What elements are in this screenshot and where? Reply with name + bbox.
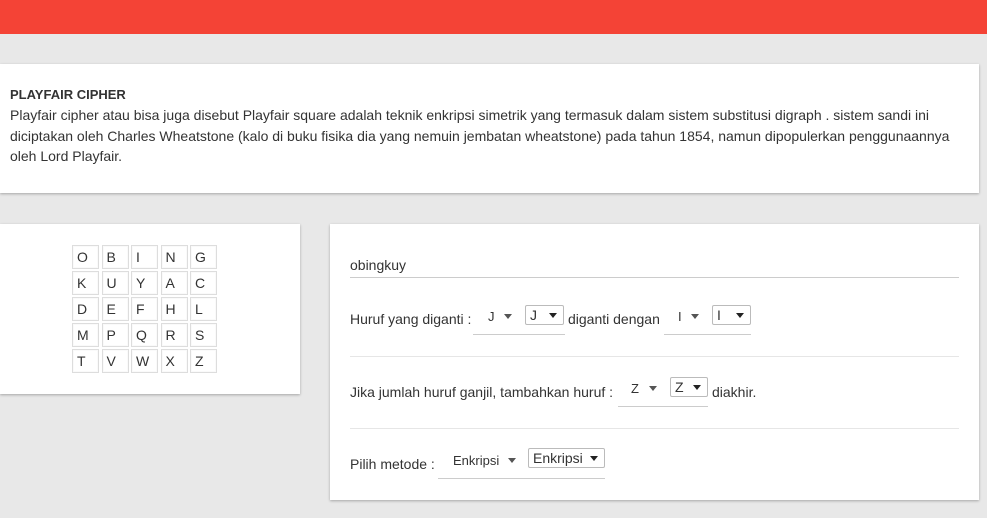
grid-cell: Y (131, 271, 158, 295)
settings-card: Huruf yang diganti : J J diganti dengan … (330, 224, 979, 500)
replacement-letter-native-value: I (717, 307, 721, 323)
cipher-title: PLAYFAIR CIPHER (10, 87, 126, 102)
grid-cell: Z (190, 349, 217, 373)
playfair-key-square: OBING KUYAC DEFHL MPQRS TVWXZ (71, 244, 219, 374)
key-input[interactable] (350, 253, 959, 278)
grid-cell: S (190, 323, 217, 347)
replace-letter-native-value: J (530, 307, 537, 323)
replace-label: Huruf yang diganti : (350, 311, 472, 327)
method-native-value: Enkripsi (533, 450, 583, 466)
chevron-down-icon (736, 313, 744, 318)
grid-cell: H (160, 297, 188, 321)
grid-cell: A (160, 271, 188, 295)
grid-cell: E (101, 297, 129, 321)
padding-letter-value: Z (631, 381, 639, 396)
padding-letter-native-select[interactable]: Z (670, 377, 708, 397)
chevron-down-icon (590, 456, 598, 461)
grid-cell: C (190, 271, 217, 295)
info-card: PLAYFAIR CIPHER Playfair cipher atau bis… (0, 64, 979, 193)
cipher-description: Playfair cipher atau bisa juga disebut P… (10, 107, 950, 164)
grid-cell: W (131, 349, 158, 373)
top-app-bar (0, 0, 987, 34)
replacement-letter-value: I (678, 309, 682, 324)
chevron-down-icon (649, 386, 657, 391)
grid-cell: L (190, 297, 217, 321)
grid-cell: R (160, 323, 188, 347)
grid-cell: K (72, 271, 99, 295)
chevron-down-icon (549, 313, 557, 318)
grid-cell: U (101, 271, 129, 295)
divider (350, 356, 959, 357)
odd-length-row: Jika jumlah huruf ganjil, tambahkan huru… (350, 377, 959, 444)
replace-with-label: diganti dengan (568, 311, 660, 327)
replace-letter-native-select[interactable]: J (525, 305, 564, 325)
padding-letter-native-value: Z (675, 379, 684, 395)
grid-cell: Q (131, 323, 158, 347)
grid-cell: X (160, 349, 188, 373)
grid-cell: D (72, 297, 99, 321)
odd-length-suffix: diakhir. (712, 384, 757, 400)
method-label: Pilih metode : (350, 456, 435, 472)
chevron-down-icon (691, 314, 699, 319)
chevron-down-icon (693, 385, 701, 390)
grid-cell: I (131, 245, 158, 269)
replace-letter-value: J (488, 309, 495, 324)
method-value: Enkripsi (453, 453, 500, 468)
grid-cell: B (101, 245, 129, 269)
grid-cell: F (131, 297, 158, 321)
chevron-down-icon (504, 314, 512, 319)
grid-cell: V (101, 349, 129, 373)
replacement-letter-native-select[interactable]: I (712, 305, 751, 325)
grid-cell: P (101, 323, 129, 347)
grid-cell: G (190, 245, 217, 269)
grid-cell: N (160, 245, 188, 269)
grid-cell: M (72, 323, 99, 347)
method-native-select[interactable]: Enkripsi (528, 448, 605, 468)
replace-letter-row: Huruf yang diganti : J J diganti dengan … (350, 305, 959, 371)
method-row: Pilih metode : Enkripsi Enkripsi (350, 448, 959, 516)
grid-cell: O (72, 245, 99, 269)
chevron-down-icon (508, 458, 516, 463)
divider (350, 428, 959, 429)
key-square-card: OBING KUYAC DEFHL MPQRS TVWXZ (0, 224, 300, 394)
grid-cell: T (72, 349, 99, 373)
odd-length-label: Jika jumlah huruf ganjil, tambahkan huru… (350, 384, 614, 400)
